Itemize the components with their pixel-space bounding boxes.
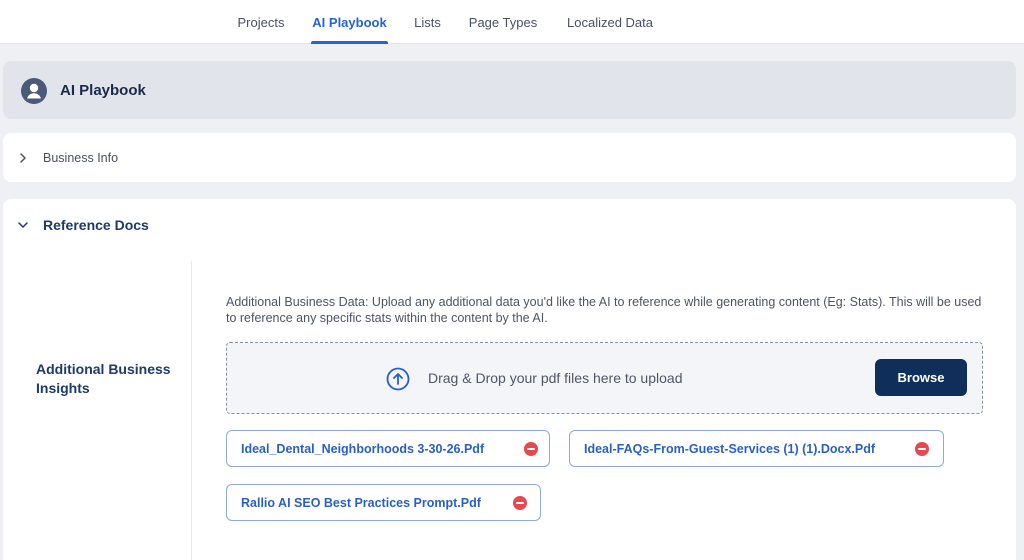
reference-docs-toggle[interactable]: Reference Docs	[3, 199, 1016, 251]
column-divider	[191, 261, 192, 560]
remove-file-icon[interactable]	[513, 496, 527, 510]
tab-localized-data[interactable]: Localized Data	[561, 0, 659, 44]
reference-docs-section: Reference Docs Additional Business Insig…	[3, 199, 1016, 560]
reference-docs-label: Reference Docs	[43, 217, 149, 233]
tab-page-types[interactable]: Page Types	[463, 0, 543, 44]
insights-description: Additional Business Data: Upload any add…	[226, 295, 982, 325]
business-info-label: Business Info	[43, 150, 119, 165]
remove-file-icon[interactable]	[915, 442, 929, 456]
chevron-right-icon	[20, 152, 26, 163]
dropzone-text: Drag & Drop your pdf files here to uploa…	[428, 370, 683, 386]
top-navigation: Projects AI Playbook Lists Page Types Lo…	[0, 0, 1024, 44]
file-dropzone[interactable]: Drag & Drop your pdf files here to uploa…	[226, 342, 983, 414]
file-chip: Ideal_Dental_Neighborhoods 3-30-26.Pdf	[226, 430, 550, 467]
remove-file-icon[interactable]	[524, 442, 538, 456]
tab-lists[interactable]: Lists	[410, 0, 445, 44]
chevron-down-icon	[18, 222, 28, 228]
tab-ai-playbook[interactable]: AI Playbook	[311, 0, 388, 44]
business-info-section: Business Info	[3, 133, 1016, 182]
file-chip: Ideal-FAQs-From-Guest-Services (1) (1).D…	[569, 430, 944, 467]
user-avatar-icon	[21, 78, 47, 104]
file-chip: Rallio AI SEO Best Practices Prompt.Pdf	[226, 484, 541, 521]
browse-button[interactable]: Browse	[875, 359, 967, 396]
upload-icon	[386, 367, 410, 391]
additional-business-insights-label: Additional Business Insights	[36, 361, 171, 396]
file-name: Ideal_Dental_Neighborhoods 3-30-26.Pdf	[241, 441, 485, 456]
business-info-toggle[interactable]: Business Info	[3, 133, 1016, 182]
file-name: Rallio AI SEO Best Practices Prompt.Pdf	[241, 495, 481, 510]
page-header: AI Playbook	[3, 61, 1016, 119]
page-title: AI Playbook	[60, 81, 146, 99]
file-name: Ideal-FAQs-From-Guest-Services (1) (1).D…	[584, 441, 876, 456]
tab-projects[interactable]: Projects	[231, 0, 291, 44]
